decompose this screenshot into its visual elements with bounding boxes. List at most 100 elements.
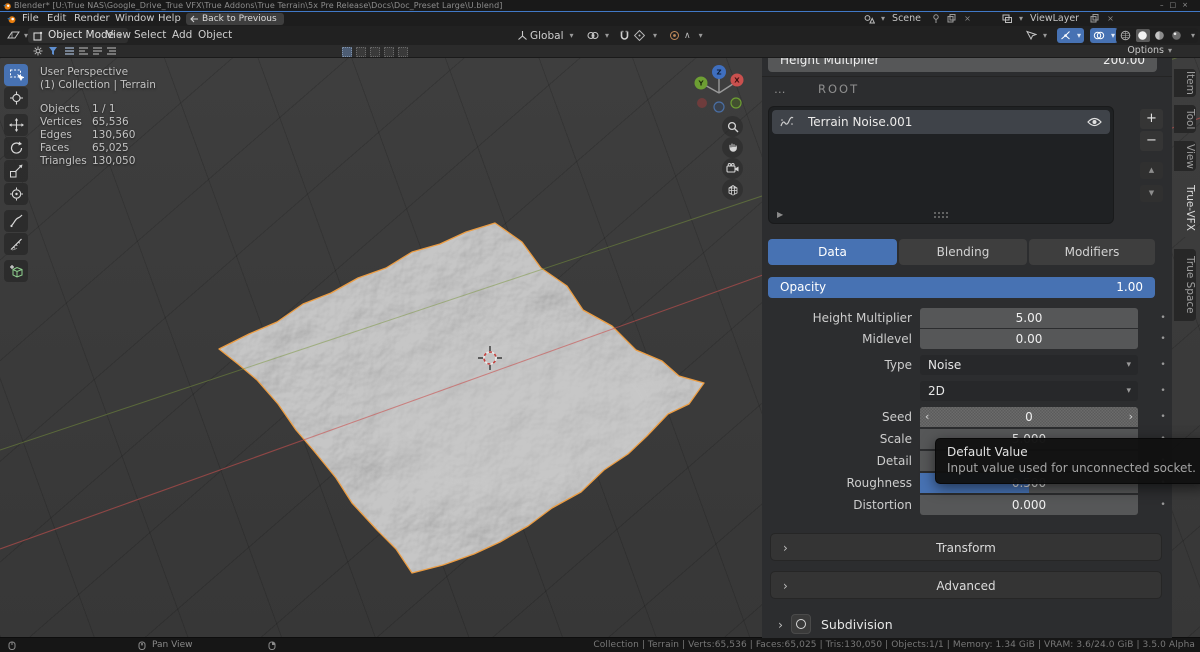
- tool-transform[interactable]: [4, 183, 28, 205]
- gear-icon[interactable]: [33, 46, 43, 56]
- proportional-edit-controls[interactable]: ∧ ▾: [666, 28, 706, 43]
- menu-object[interactable]: Object: [198, 26, 232, 45]
- proportional-edit-icon[interactable]: [669, 30, 680, 41]
- falloff-icon[interactable]: ∧: [684, 31, 691, 41]
- sidebar-tab-item[interactable]: Item: [1174, 69, 1196, 97]
- eye-visibility-icon[interactable]: [1087, 117, 1102, 127]
- new-viewlayer-icon[interactable]: [1090, 14, 1099, 23]
- tool-rotate[interactable]: [4, 137, 28, 159]
- pivot-dropdown[interactable]: ▾: [584, 28, 612, 43]
- gizmo-toggle[interactable]: ▾: [1057, 28, 1084, 43]
- unlink-scene-icon[interactable]: ×: [964, 14, 971, 23]
- window-controls[interactable]: –□×: [1160, 0, 1194, 11]
- tool-scale[interactable]: [4, 160, 28, 182]
- list-resize-grip[interactable]: [933, 211, 949, 218]
- tool-add-cube[interactable]: [4, 260, 28, 282]
- dimension-dropdown[interactable]: 2D▾: [920, 381, 1138, 401]
- menu-edit[interactable]: Edit: [47, 12, 66, 26]
- tab-modifiers[interactable]: Modifiers: [1029, 239, 1155, 265]
- sidebar-tab-true-space[interactable]: True Space: [1174, 249, 1196, 321]
- list-view-icon-2[interactable]: [78, 46, 89, 56]
- subdivision-section[interactable]: ›Subdivision: [778, 614, 893, 634]
- selection-mode-4[interactable]: [384, 47, 394, 57]
- zoom-button[interactable]: [722, 116, 743, 137]
- viewport-3d[interactable]: User Perspective (1) Collection | Terrai…: [0, 57, 1200, 637]
- tab-blending[interactable]: Blending: [899, 239, 1027, 265]
- menu-add[interactable]: Add: [172, 26, 192, 45]
- opacity-slider[interactable]: Opacity 1.00: [768, 277, 1155, 298]
- remove-layer-button[interactable]: −: [1140, 131, 1163, 151]
- editor-type-icon[interactable]: [7, 30, 20, 41]
- orientation-dropdown[interactable]: Global▾: [514, 28, 577, 43]
- tool-move[interactable]: [4, 114, 28, 136]
- snap-controls[interactable]: ▾: [616, 28, 660, 43]
- back-to-previous-button[interactable]: Back to Previous: [186, 13, 284, 25]
- viewlayer-selector[interactable]: ▾ ViewLayer ×: [1000, 13, 1114, 25]
- maximize-icon: □: [1170, 1, 1183, 9]
- shading-material-button[interactable]: [1153, 29, 1167, 42]
- options-dropdown[interactable]: Options▾: [1127, 45, 1172, 57]
- menu-select[interactable]: Select: [134, 26, 166, 45]
- selection-mode-1[interactable]: [342, 47, 352, 57]
- transform-section[interactable]: ›Transform: [770, 533, 1162, 561]
- tab-data[interactable]: Data: [768, 239, 897, 265]
- navigation-gizmo[interactable]: Z Y X: [688, 63, 750, 115]
- menu-window[interactable]: Window: [115, 12, 154, 26]
- filter-funnel-icon[interactable]: [48, 46, 58, 56]
- shading-chevron-icon[interactable]: ▾: [1191, 31, 1195, 40]
- shading-solid-button[interactable]: [1136, 29, 1150, 42]
- shading-rendered-button[interactable]: [1170, 29, 1184, 42]
- tool-select-box[interactable]: [4, 64, 28, 86]
- selection-mode-2[interactable]: [356, 47, 366, 57]
- distortion-field[interactable]: 0.000: [920, 495, 1138, 515]
- pan-button[interactable]: [722, 137, 743, 158]
- height-multiplier-field[interactable]: 5.00: [920, 308, 1138, 328]
- scene-selector[interactable]: ▾ Scene ×: [862, 13, 971, 25]
- camera-view-button[interactable]: [722, 158, 743, 179]
- remove-viewlayer-icon[interactable]: ×: [1107, 14, 1114, 23]
- height-multiplier-top-slider[interactable]: Height Multiplier200.00: [768, 58, 1157, 72]
- shading-wireframe-button[interactable]: [1119, 29, 1133, 42]
- selection-mode-3[interactable]: [370, 47, 380, 57]
- list-view-icon-4[interactable]: [106, 46, 117, 56]
- visibility-dropdown[interactable]: ▾: [1022, 28, 1050, 43]
- list-view-icon-1[interactable]: [64, 46, 75, 56]
- tool-annotate[interactable]: [4, 210, 28, 232]
- add-layer-button[interactable]: +: [1140, 109, 1163, 129]
- new-scene-icon[interactable]: [947, 14, 956, 23]
- menu-file[interactable]: File: [22, 12, 39, 26]
- mesh-circle-icon[interactable]: [791, 614, 811, 634]
- seed-stepper[interactable]: ‹ 0 ›: [920, 407, 1138, 427]
- menu-render[interactable]: Render: [74, 12, 110, 26]
- move-layer-down-button[interactable]: ▼: [1140, 185, 1163, 202]
- midlevel-field[interactable]: 0.00: [920, 329, 1138, 349]
- list-expand-icon[interactable]: ▶: [777, 211, 783, 219]
- perspective-toggle-button[interactable]: [722, 179, 743, 200]
- decorator-dot[interactable]: •: [1156, 381, 1170, 401]
- decorator-dot[interactable]: •: [1156, 329, 1170, 349]
- terrain-layer-list[interactable]: Terrain Noise.001 ▶: [768, 106, 1114, 224]
- selection-mode-5[interactable]: [398, 47, 408, 57]
- snap-magnet-icon[interactable]: [619, 30, 630, 42]
- blender-menu-logo-icon[interactable]: [7, 15, 16, 24]
- list-view-icon-3[interactable]: [92, 46, 103, 56]
- breadcrumb-ellipsis[interactable]: …: [774, 82, 787, 96]
- sidebar-tab-true-vfx[interactable]: True-VFX: [1174, 179, 1196, 237]
- tool-measure[interactable]: [4, 233, 28, 255]
- type-dropdown[interactable]: Noise▾: [920, 355, 1138, 375]
- menu-help[interactable]: Help: [158, 12, 181, 26]
- move-layer-up-button[interactable]: ▲: [1140, 162, 1163, 179]
- tool-cursor[interactable]: [4, 87, 28, 109]
- sidebar-tab-view[interactable]: View: [1174, 141, 1196, 171]
- pin-icon[interactable]: [932, 14, 940, 24]
- sidebar-tab-tool[interactable]: Tool: [1174, 105, 1196, 133]
- breadcrumb-root[interactable]: ROOT: [818, 82, 859, 96]
- decorator-dot[interactable]: •: [1156, 495, 1170, 515]
- advanced-section[interactable]: ›Advanced: [770, 571, 1162, 599]
- decorator-dot[interactable]: •: [1156, 308, 1170, 328]
- list-item-terrain-noise[interactable]: Terrain Noise.001: [772, 110, 1110, 134]
- overlays-toggle[interactable]: ▾: [1090, 28, 1118, 43]
- decorator-dot[interactable]: •: [1156, 355, 1170, 375]
- menu-view[interactable]: View: [106, 26, 131, 45]
- decorator-dot[interactable]: •: [1156, 407, 1170, 427]
